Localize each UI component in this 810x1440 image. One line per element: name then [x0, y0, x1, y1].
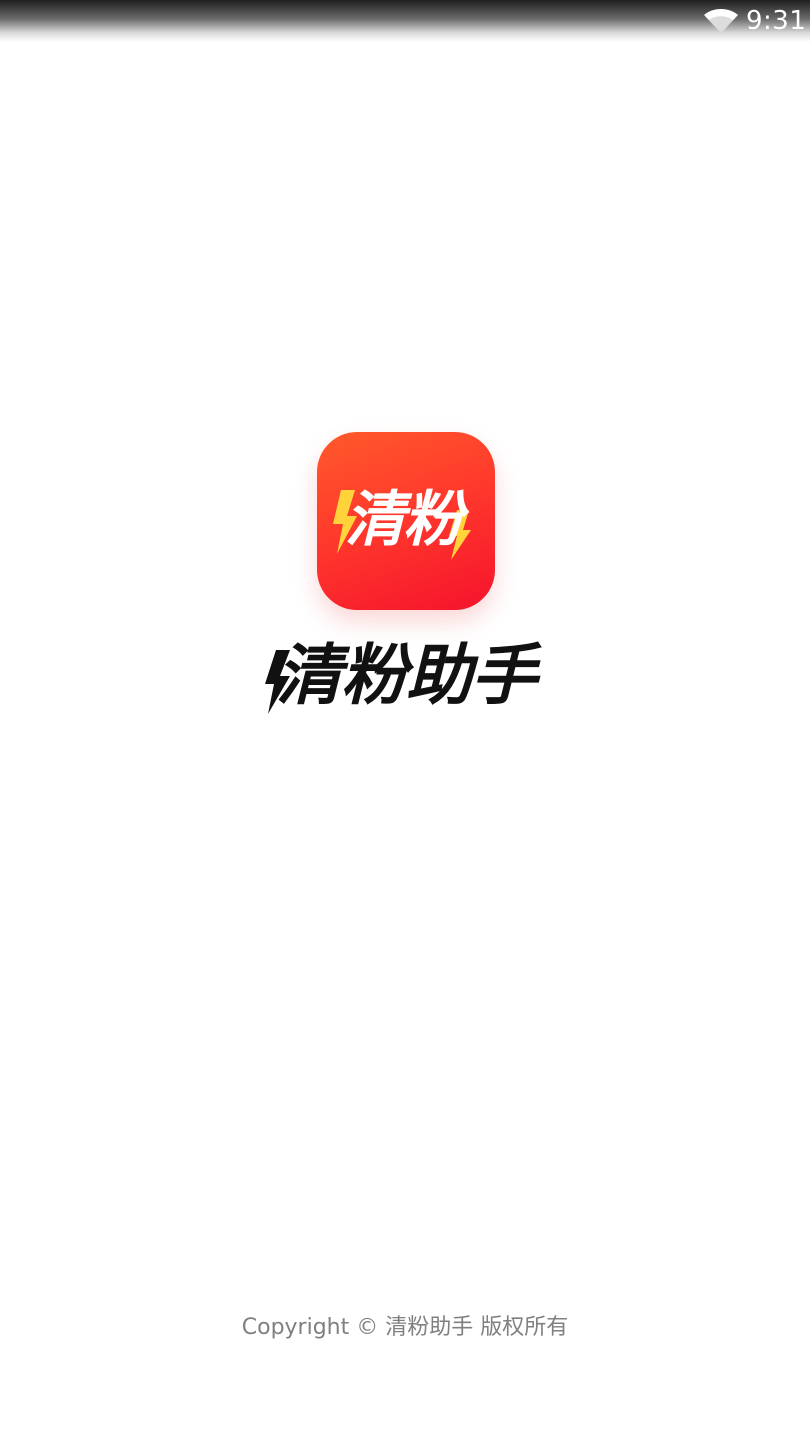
wifi-icon [704, 9, 738, 33]
copyright-text: Copyright © 清粉助手 版权所有 [241, 1315, 569, 1340]
status-bar: 9:31 [0, 0, 810, 42]
app-title: 清粉助手 [276, 637, 537, 714]
app-logo: 清粉 [317, 432, 495, 610]
app-logo-label: 清粉 [345, 485, 463, 555]
status-time: 9:31 [746, 6, 807, 36]
